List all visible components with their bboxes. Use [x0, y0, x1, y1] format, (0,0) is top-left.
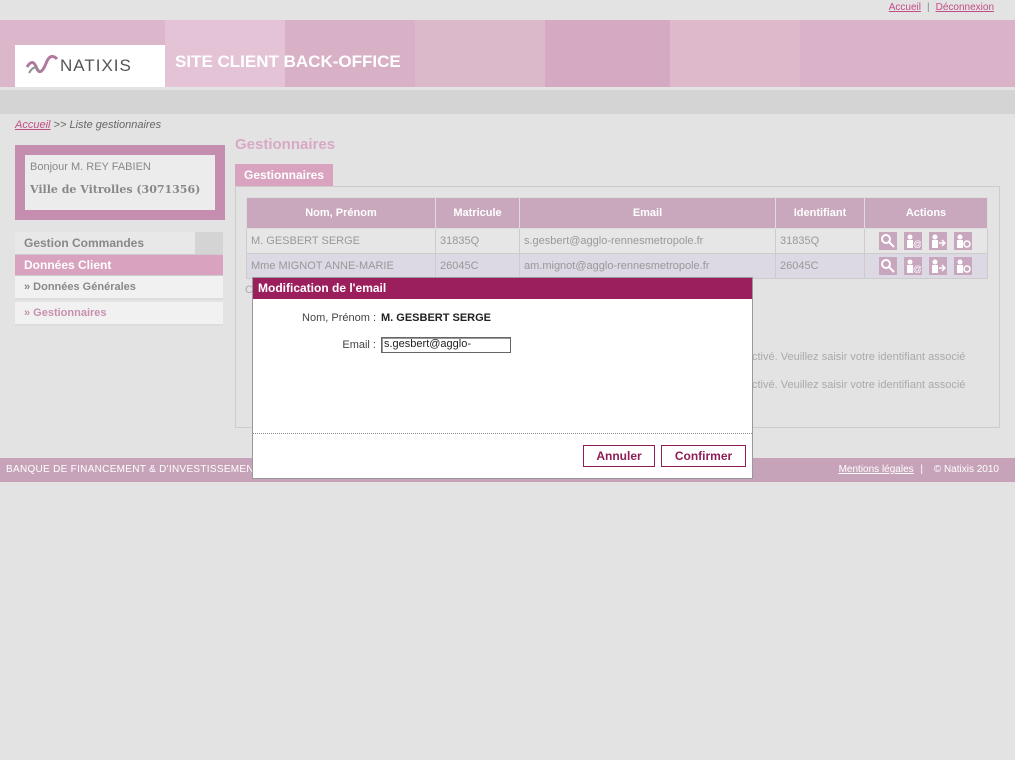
gestionnaires-table: Nom, Prénom Matricule Email Identifiant … [246, 197, 988, 279]
page-title: Gestionnaires [235, 136, 336, 153]
email-edit-modal: Modification de l'email Nom, Prénom : M.… [252, 277, 753, 479]
breadcrumb-current: Liste gestionnaires [69, 119, 162, 131]
sidebar-item-donnees-generales[interactable]: » Données Générales [15, 276, 223, 300]
user-company: Ville de Vitrolles (3071356) [30, 183, 201, 196]
search-icon[interactable] [878, 257, 897, 275]
user-logout-icon[interactable] [929, 257, 948, 275]
column-header-identifiant[interactable]: Identifiant [775, 197, 865, 229]
natixis-logo: NATIXIS [15, 45, 165, 87]
cell-nom: Mme MIGNOT ANNE-MARIE [246, 253, 436, 279]
email-field[interactable]: s.gesbert@agglo-rennesr [381, 337, 511, 353]
user-info-box: Bonjour M. REY FABIEN Ville de Vitrolles… [15, 145, 225, 220]
column-header-email[interactable]: Email [519, 197, 776, 229]
logo-text: NATIXIS [60, 56, 132, 75]
svg-text:@: @ [913, 264, 921, 274]
cell-matricule: 26045C [435, 253, 520, 279]
table-header-row: Nom, Prénom Matricule Email Identifiant … [246, 197, 988, 229]
sidebar-menu: Gestion Commandes Données Client » Donné… [15, 232, 223, 326]
cancel-button[interactable]: Annuler [583, 445, 655, 467]
name-value: M. GESBERT SERGE [381, 312, 492, 324]
svg-text:@: @ [913, 239, 921, 249]
copyright: © Natixis 2010 [933, 464, 999, 475]
column-header-nom[interactable]: Nom, Prénom [246, 197, 436, 229]
breadcrumb-separator: >> [53, 119, 67, 131]
search-icon[interactable] [878, 232, 897, 250]
footer-separator: | [920, 464, 924, 475]
cell-nom: M. GESBERT SERGE [246, 228, 436, 254]
footer-right: Mentions légales | © Natixis 2010 [839, 464, 999, 475]
sidebar-item-gestion-commandes[interactable]: Gestion Commandes [15, 232, 223, 255]
column-header-actions: Actions [864, 197, 988, 229]
footer-bank-text: BANQUE DE FINANCEMENT & D'INVESTISSEMEN [6, 464, 254, 475]
sidebar-item-gestionnaires[interactable]: » Gestionnaires [15, 302, 223, 326]
modal-divider [253, 433, 752, 434]
column-header-matricule[interactable]: Matricule [435, 197, 520, 229]
legal-mentions-link[interactable]: Mentions légales [839, 464, 914, 475]
cell-actions: @ [864, 228, 988, 254]
background-text-fragment: ctivé. Veuillez saisir votre identifiant… [752, 351, 966, 363]
natixis-logo-icon [25, 55, 59, 74]
cell-email: s.gesbert@agglo-rennesmetropole.fr [519, 228, 776, 254]
home-link[interactable]: Accueil [889, 2, 921, 13]
user-refresh-icon[interactable] [954, 232, 973, 250]
table-row: Mme MIGNOT ANNE-MARIE 26045C am.mignot@a… [246, 253, 988, 279]
background-text-fragment: ctivé. Veuillez saisir votre identifiant… [752, 379, 966, 391]
cell-identifiant: 31835Q [775, 228, 865, 254]
breadcrumb: Accueil >> Liste gestionnaires [15, 119, 161, 131]
cell-matricule: 31835Q [435, 228, 520, 254]
user-refresh-icon[interactable] [954, 257, 973, 275]
sub-header-bar [0, 90, 1015, 114]
user-greeting: Bonjour M. REY FABIEN [30, 161, 151, 173]
logout-link[interactable]: Déconnexion [936, 2, 994, 13]
user-logout-icon[interactable] [929, 232, 948, 250]
tab-gestionnaires[interactable]: Gestionnaires [235, 164, 333, 186]
confirm-button[interactable]: Confirmer [661, 445, 746, 467]
modal-title: Modification de l'email [253, 278, 752, 299]
email-label: Email : [342, 339, 376, 351]
sidebar-item-donnees-client[interactable]: Données Client [15, 255, 223, 276]
site-title: SITE CLIENT BACK-OFFICE [175, 52, 401, 71]
user-email-icon[interactable]: @ [903, 232, 922, 250]
cell-email: am.mignot@agglo-rennesmetropole.fr [519, 253, 776, 279]
cell-identifiant: 26045C [775, 253, 865, 279]
table-row: M. GESBERT SERGE 31835Q s.gesbert@agglo-… [246, 228, 988, 254]
top-links-separator: | [927, 2, 930, 13]
top-links: Accueil | Déconnexion [889, 2, 994, 13]
user-email-icon[interactable]: @ [903, 257, 922, 275]
cell-actions: @ [864, 253, 988, 279]
name-label: Nom, Prénom : [302, 312, 376, 324]
breadcrumb-home-link[interactable]: Accueil [15, 119, 50, 131]
